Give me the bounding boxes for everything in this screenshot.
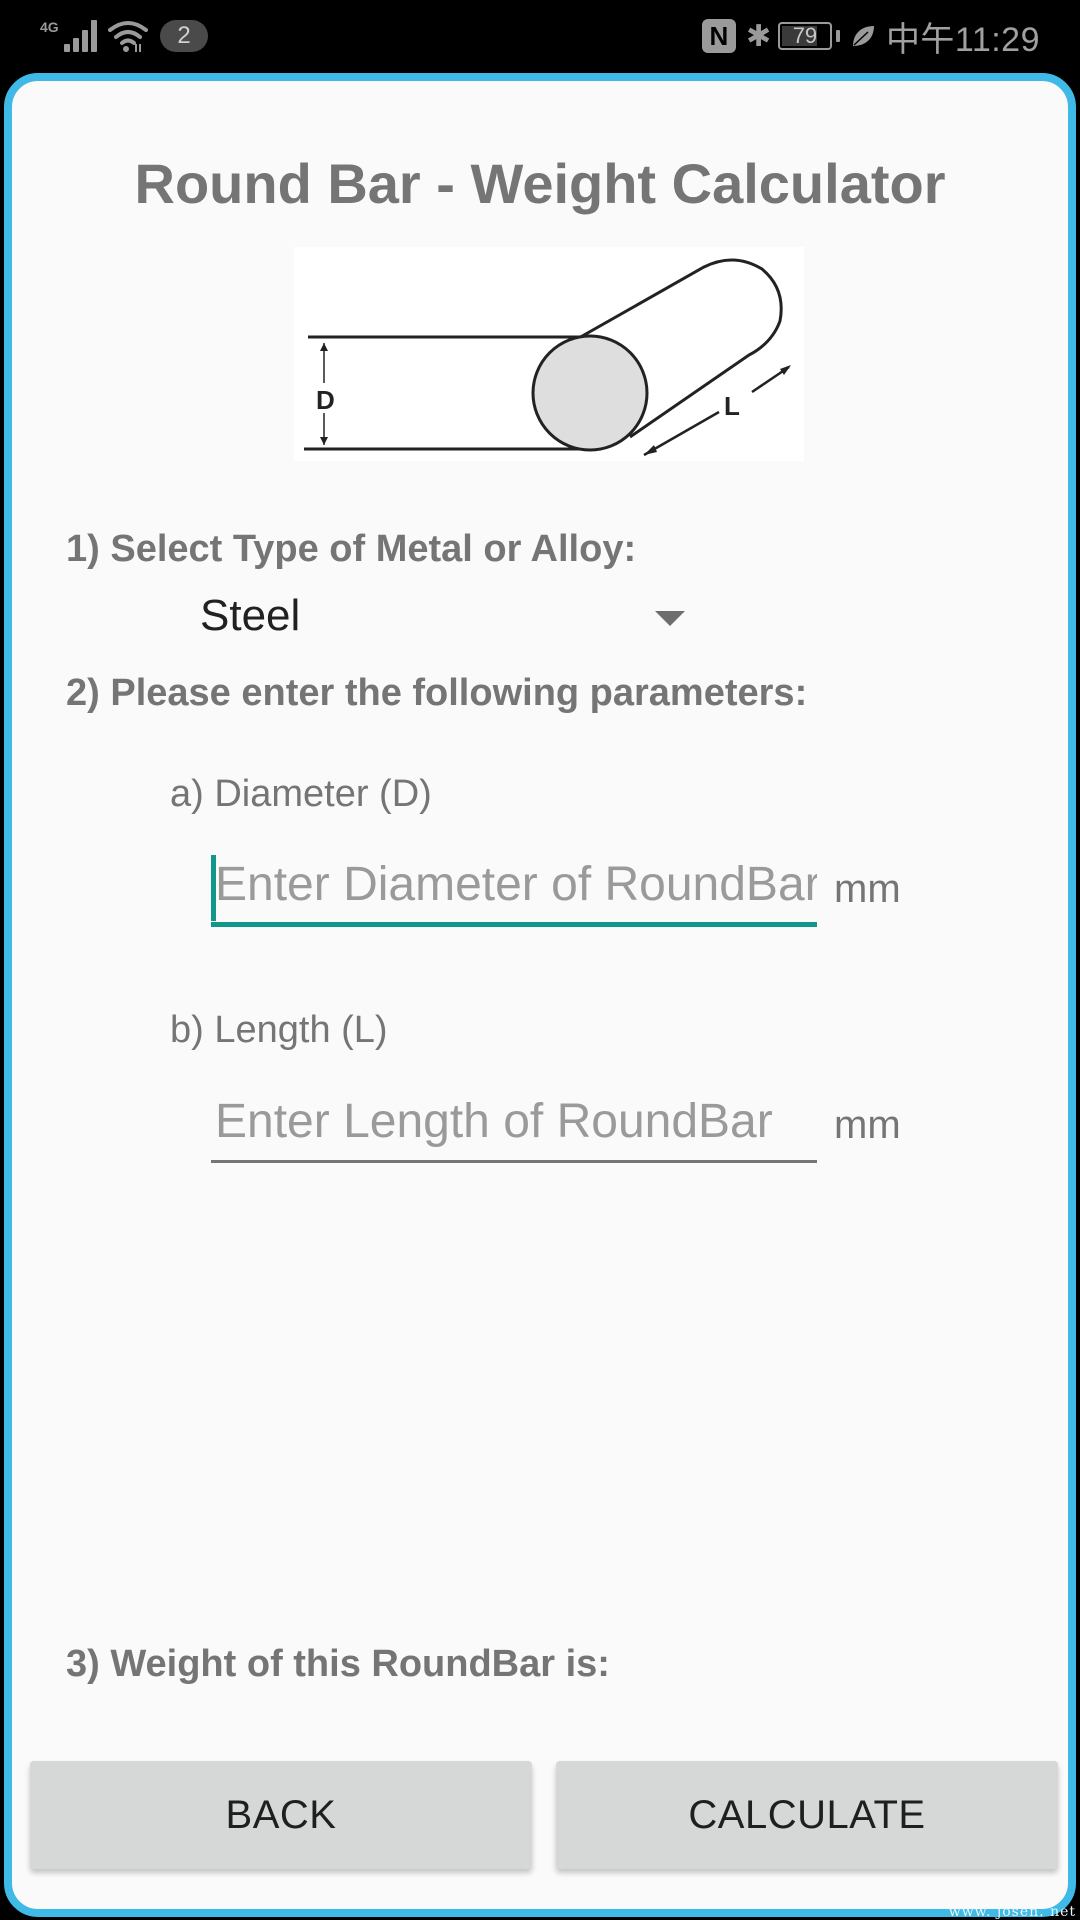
- diagram-label-d: D: [316, 385, 335, 415]
- dropdown-arrow-icon[interactable]: [655, 611, 685, 626]
- power-saving-leaf-icon: [852, 26, 874, 46]
- calculate-button[interactable]: CALCULATE: [556, 1761, 1058, 1869]
- length-input[interactable]: [211, 1083, 817, 1163]
- step3-label: 3) Weight of this RoundBar is:: [66, 1643, 610, 1685]
- notification-count-badge: 2: [160, 20, 208, 52]
- signal-icon: 4G: [40, 18, 97, 54]
- battery-level: 79: [792, 23, 818, 48]
- nfc-icon: N: [701, 19, 736, 53]
- battery-icon: 79: [777, 22, 832, 50]
- diameter-input[interactable]: [211, 847, 817, 927]
- status-bar-left: 4G 2: [40, 16, 208, 56]
- network-type: 4G: [40, 19, 59, 35]
- calculator-card: Round Bar - Weight Calculator D L 1) Sel…: [4, 73, 1076, 1917]
- step2-label: 2) Please enter the following parameters…: [66, 672, 808, 714]
- status-bar: 4G 2 N ✱ 79 中午11:29: [0, 0, 1080, 72]
- text-cursor: [211, 855, 216, 921]
- back-button[interactable]: BACK: [30, 1761, 532, 1869]
- page-title: Round Bar - Weight Calculator: [134, 152, 946, 215]
- length-label: b) Length (L): [170, 1009, 388, 1051]
- status-clock: 中午11:29: [885, 20, 1040, 59]
- length-unit: mm: [834, 1103, 901, 1147]
- diagram-label-l: L: [724, 391, 740, 421]
- wifi-icon: [108, 21, 148, 52]
- battery-tip: [835, 30, 840, 42]
- cylinder-end-face: [531, 334, 649, 452]
- round-bar-diagram: D L: [294, 247, 804, 461]
- bluetooth-icon: ✱: [745, 19, 772, 53]
- metal-type-selected: Steel: [200, 591, 301, 640]
- diameter-label: a) Diameter (D): [170, 773, 432, 815]
- diameter-unit: mm: [834, 867, 901, 911]
- step1-label: 1) Select Type of Metal or Alloy:: [66, 528, 637, 570]
- length-field-wrap: [211, 1083, 821, 1163]
- watermark: www. josen. net: [948, 1904, 1076, 1920]
- diameter-field-wrap: [211, 847, 821, 927]
- metal-type-select[interactable]: Steel: [157, 589, 697, 649]
- status-bar-right: N ✱ 79 中午11:29: [701, 14, 1040, 59]
